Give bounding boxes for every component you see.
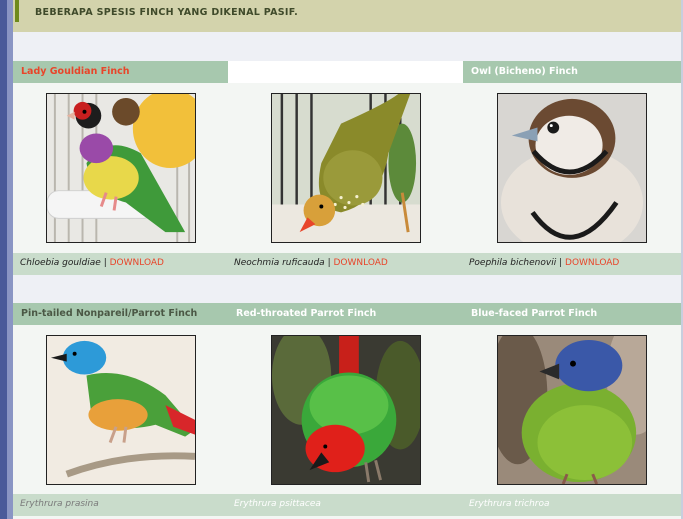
caption-separator: | <box>559 258 563 268</box>
download-link-star-finch[interactable]: DOWNLOAD <box>333 258 387 268</box>
page-header: BEBERAPA SPESIS FINCH YANG DIKENAL PASIF… <box>13 0 681 32</box>
caption-row-2: Erythrura prasina Erythrura psittacea Er… <box>13 494 681 516</box>
owl-finch-image <box>498 94 646 242</box>
caption-star-finch: Neochmia ruficauda | DOWNLOAD <box>234 258 388 268</box>
photo-pin-tailed-nonpareil[interactable] <box>46 335 196 485</box>
download-link-owl-finch[interactable]: DOWNLOAD <box>565 258 619 268</box>
card-title-blue-faced-parrot-finch: Blue-faced Parrot Finch <box>463 303 681 325</box>
card-title-pin-tailed-nonpareil: Pin-tailed Nonpareil/Parrot Finch <box>13 303 228 325</box>
scientific-name: Poephila bichenovii <box>469 258 557 268</box>
card-title-red-throated-parrot-finch: Red-throated Parrot Finch <box>228 303 463 325</box>
caption-separator: | <box>327 258 331 268</box>
spacer-band <box>13 275 681 303</box>
caption-owl-finch: Poephila bichenovii | DOWNLOAD <box>469 258 619 268</box>
left-border <box>0 0 7 519</box>
finch-row-1: Lady Gouldian Finch Owl (Bicheno) Finch <box>13 61 681 275</box>
caption-pin-tailed-nonpareil: Erythrura prasina <box>20 499 99 509</box>
caption-separator: | <box>103 258 107 268</box>
scientific-name: Neochmia ruficauda <box>234 258 325 268</box>
caption-red-throated-parrot-finch: Erythrura psittacea <box>234 499 321 509</box>
spacer-band <box>13 32 681 61</box>
header-accent-bar <box>15 0 19 22</box>
photo-blue-faced-parrot-finch[interactable] <box>497 335 647 485</box>
caption-lady-gouldian: Chloebia gouldiae | DOWNLOAD <box>20 258 164 268</box>
scientific-name: Chloebia gouldiae <box>20 258 101 268</box>
caption-row-1: Chloebia gouldiae | DOWNLOAD Neochmia ru… <box>13 253 681 275</box>
page-title: BEBERAPA SPESIS FINCH YANG DIKENAL PASIF… <box>35 7 299 18</box>
card-title-lady-gouldian: Lady Gouldian Finch <box>13 61 228 83</box>
caption-blue-faced-parrot-finch: Erythrura trichroa <box>469 499 550 509</box>
star-finch-image <box>272 94 420 242</box>
photo-red-throated-parrot-finch[interactable] <box>271 335 421 485</box>
photo-lady-gouldian-finch[interactable] <box>46 93 196 243</box>
finch-row-2: Pin-tailed Nonpareil/Parrot Finch Red-th… <box>13 303 681 519</box>
blue-faced-parrot-finch-image <box>498 336 646 484</box>
photo-owl-finch[interactable] <box>497 93 647 243</box>
card-title-owl-finch: Owl (Bicheno) Finch <box>463 61 681 83</box>
pin-tailed-nonpareil-image <box>47 336 195 484</box>
lady-gouldian-finch-image <box>47 94 195 242</box>
red-throated-parrot-finch-image <box>272 336 420 484</box>
card-title-star-finch <box>228 61 463 83</box>
download-link-lady-gouldian[interactable]: DOWNLOAD <box>110 258 164 268</box>
photo-star-finch[interactable] <box>271 93 421 243</box>
